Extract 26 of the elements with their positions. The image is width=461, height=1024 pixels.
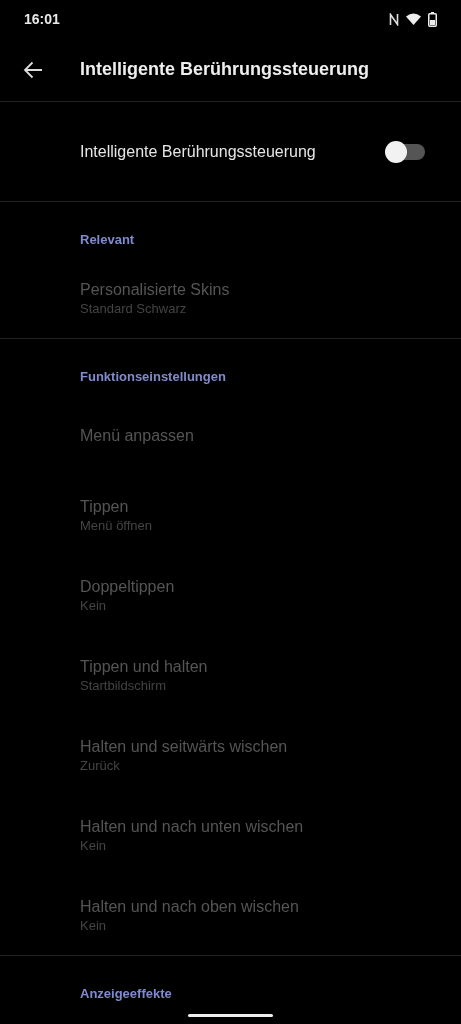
item-subtitle: Startbildschirm (80, 676, 167, 695)
section-header: Anzeigeeffekte (80, 985, 172, 1004)
item-title: Personalisierte Skins (80, 279, 231, 300)
item-title: Menü anpassen (80, 425, 195, 446)
item-subtitle: Zurück (80, 756, 121, 775)
battery-icon (428, 11, 437, 27)
item-title: Tippen und halten (80, 656, 209, 677)
item-title: Doppeltippen (80, 576, 176, 597)
item-title: Tippen (80, 496, 130, 517)
toggle-switch[interactable] (387, 143, 425, 160)
item-title: Halten und seitwärts wischen (80, 736, 289, 757)
item-subtitle: Kein (80, 916, 108, 935)
item-subtitle: Kein (80, 836, 108, 855)
item-title: Halten und nach unten wischen (80, 816, 305, 837)
nfc-icon (389, 12, 399, 26)
section-header: Relevant (80, 231, 135, 250)
item-subtitle: Menü öffnen (80, 516, 154, 535)
item-title: Halten und nach oben wischen (80, 896, 300, 917)
status-time: 16:01 (24, 9, 60, 29)
item-subtitle: Standard Schwarz (80, 299, 188, 318)
section-header: Funktionseinstellungen (80, 368, 226, 387)
page-title: Intelligente Berührungssteuerung (80, 58, 370, 81)
wifi-icon (406, 13, 421, 25)
back-arrow-icon (23, 60, 43, 79)
item-subtitle: Kein (80, 596, 108, 615)
setting-label: Intelligente Berührungssteuerung (80, 141, 316, 162)
